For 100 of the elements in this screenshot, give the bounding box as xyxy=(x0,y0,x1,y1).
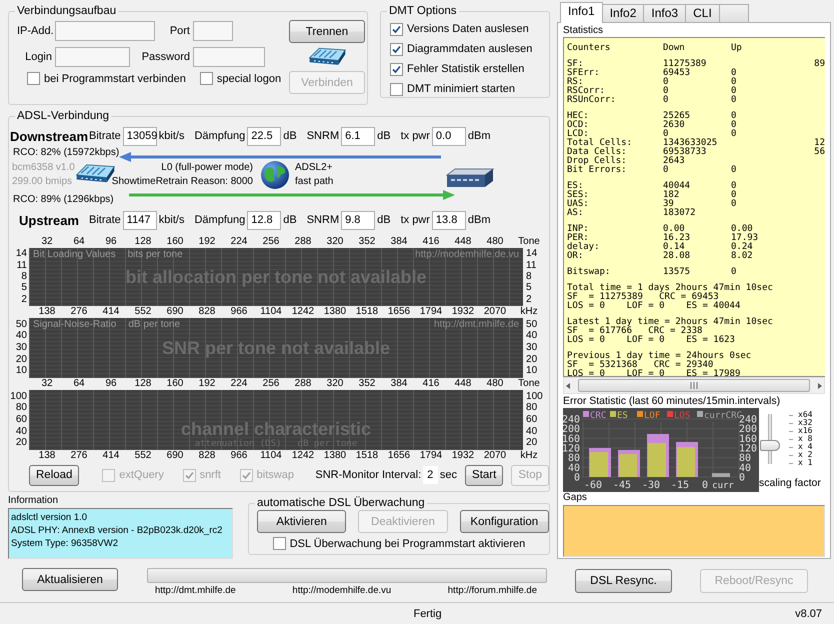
bar xyxy=(677,447,695,477)
axis-label: 80 xyxy=(739,453,752,464)
stat-value: 69538733 xyxy=(663,148,708,157)
stat-value: 0.00 xyxy=(731,225,753,234)
network-device-icon xyxy=(445,167,495,189)
axis-label: 276 xyxy=(70,306,88,318)
tab[interactable]: Info3 xyxy=(643,4,686,22)
axis-label: 11 xyxy=(16,260,27,271)
axis-label: 240 xyxy=(563,414,580,426)
value-field[interactable]: 22.5 xyxy=(247,126,282,146)
axis-label: 14 xyxy=(526,249,538,260)
legend-label: currCRC xyxy=(704,411,742,421)
input-field[interactable] xyxy=(55,20,155,40)
interval-field[interactable]: 2 xyxy=(423,466,438,484)
legend-item: LOS xyxy=(667,411,690,421)
summary-line: Latest 1 day time = 2hours 47min 10sec xyxy=(567,318,774,327)
axis-unit: kHz xyxy=(519,306,539,318)
axis-label: 966 xyxy=(230,306,248,318)
configuration-button[interactable]: Konfiguration xyxy=(460,510,549,533)
value-field[interactable]: 13059 xyxy=(122,126,157,146)
tab[interactable]: Info1 xyxy=(560,2,603,23)
link[interactable]: http://dmt.mhilfe.de xyxy=(155,585,236,596)
axis-label: 40 xyxy=(16,426,27,437)
value-field[interactable]: 6.1 xyxy=(341,126,376,146)
checkbox[interactable] xyxy=(390,62,403,76)
stat-value: 0 xyxy=(663,130,668,139)
unit-label: kbit/s xyxy=(158,130,184,142)
axis-label: 224 xyxy=(230,378,248,390)
axis-label: 0 xyxy=(702,480,708,491)
axis-label: 2070 xyxy=(482,450,508,462)
stat-label: INP: xyxy=(567,225,590,234)
value-field[interactable]: 13.8 xyxy=(432,210,466,230)
refresh-button[interactable]: Aktualisieren xyxy=(22,568,118,591)
input-field[interactable] xyxy=(193,46,265,66)
input-field[interactable] xyxy=(193,20,233,40)
axis-label: 416 xyxy=(422,378,440,390)
value-field[interactable]: 9.8 xyxy=(341,210,376,230)
stat-value: 0 xyxy=(731,166,738,175)
stat-value: 0.24 xyxy=(731,243,754,252)
tab[interactable]: Info2 xyxy=(602,4,644,22)
checkbox[interactable] xyxy=(390,22,403,36)
scroll-left-icon[interactable] xyxy=(564,382,572,390)
link[interactable]: http://forum.mhilfe.de xyxy=(448,585,537,596)
checkbox[interactable] xyxy=(27,72,40,85)
disconnect-button[interactable]: Trennen xyxy=(289,20,365,43)
axis-label: 352 xyxy=(358,236,376,248)
checkbox-label: Versions Daten auslesen xyxy=(407,23,529,35)
axis-label: 128 xyxy=(134,378,152,390)
grip-icon[interactable] xyxy=(690,382,698,389)
link[interactable]: http://modemhilfe.de.vu xyxy=(292,585,392,596)
horizontal-scrollbar[interactable] xyxy=(563,377,825,394)
checkbox-label: extQuery xyxy=(119,469,164,481)
axis-label: 80 xyxy=(568,453,580,464)
axis-label: 1104 xyxy=(259,450,283,462)
checkbox[interactable] xyxy=(390,82,403,96)
axis-label: 160 xyxy=(166,236,184,248)
value-field[interactable]: 1147 xyxy=(122,210,157,230)
axis-label: 20 xyxy=(16,438,27,448)
source-url: http://dmt.mhilfe.de xyxy=(434,319,520,330)
axis-label: 20 xyxy=(526,354,538,365)
checkbox[interactable] xyxy=(390,42,403,56)
unit-label: dB xyxy=(377,130,391,142)
axis-label: 160 xyxy=(563,434,580,445)
scroll-right-icon[interactable] xyxy=(816,382,824,390)
axis-label: 480 xyxy=(486,378,504,390)
checkbox[interactable] xyxy=(272,537,286,550)
reload-button[interactable]: Reload xyxy=(29,464,80,486)
activate-button[interactable]: Aktivieren xyxy=(257,510,346,533)
stat-label: Bit Errors: xyxy=(567,166,628,175)
summary-line: Total time = 1 days 2hours 47min 10sec xyxy=(567,284,774,293)
stat-label: Bitswap: xyxy=(567,268,612,277)
stat-label: delay: xyxy=(567,243,601,252)
slider-caption: scaling factor xyxy=(759,477,821,489)
field-label: Login xyxy=(24,50,52,62)
axis-unit: kHz xyxy=(519,450,539,462)
axis-label: 40 xyxy=(526,426,538,437)
value-field[interactable]: 12.8 xyxy=(247,210,282,230)
scale-label: x64 xyxy=(798,411,812,419)
stat-label: RSCorr: xyxy=(567,87,605,96)
checkbox[interactable] xyxy=(200,72,213,85)
axis-label: -45 xyxy=(612,480,632,491)
axis-label: 552 xyxy=(134,306,152,318)
column-header: Up xyxy=(731,44,743,53)
field-label: tx pwr xyxy=(400,214,430,226)
axis-label: 414 xyxy=(102,450,120,462)
unit-label: dB xyxy=(283,130,297,142)
stream-label: Downstream xyxy=(9,128,89,144)
tab[interactable]: CLI xyxy=(685,4,720,22)
stat-label: HEC: xyxy=(567,112,590,121)
slider-thumb[interactable] xyxy=(760,440,780,452)
resync-button[interactable]: DSL Resync. xyxy=(575,569,672,593)
axis-label: 32 xyxy=(40,236,54,248)
field-label: Bitrate xyxy=(89,214,121,226)
start-button[interactable]: Start xyxy=(465,464,504,486)
input-field[interactable] xyxy=(55,46,130,66)
info-line: ADSL PHY: AnnexB version - B2pB023k.d20k_rc2 xyxy=(11,524,224,537)
value-field[interactable]: 0.0 xyxy=(432,126,466,146)
stat-value: 25265 xyxy=(663,112,692,121)
axis-label: 200 xyxy=(563,424,580,436)
path-text: fast path xyxy=(295,176,334,187)
